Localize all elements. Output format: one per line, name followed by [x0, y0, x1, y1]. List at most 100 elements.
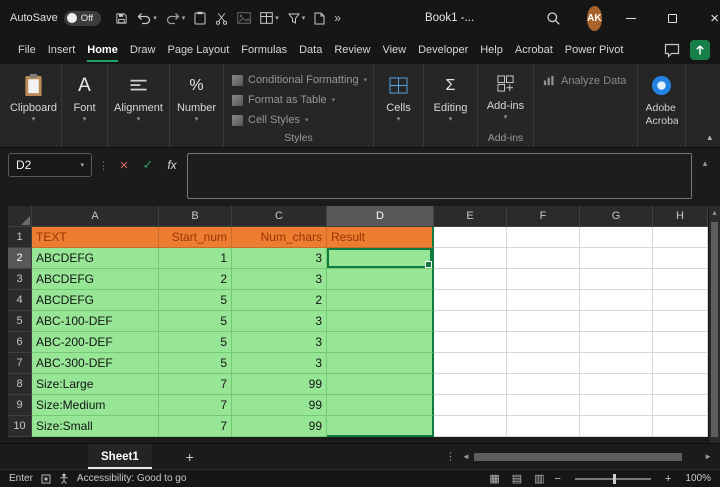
cell-C1[interactable]: Num_chars [232, 227, 327, 248]
cell-F9[interactable] [507, 395, 580, 416]
menu-tab-developer[interactable]: Developer [412, 36, 474, 64]
collapse-ribbon-icon[interactable]: ▴ [707, 132, 712, 143]
cell-H7[interactable] [653, 353, 708, 374]
cell-D4[interactable] [327, 290, 434, 311]
menu-tab-data[interactable]: Data [293, 36, 328, 64]
column-header-H[interactable]: H [653, 206, 708, 227]
filter-button[interactable]: ▾ [287, 13, 305, 24]
undo-button[interactable]: ▾ [137, 12, 157, 25]
cancel-entry-button[interactable]: × [115, 153, 133, 177]
cell-A4[interactable]: ABCDEFG [32, 290, 159, 311]
maximize-button[interactable] [652, 0, 694, 36]
menu-tab-page-layout[interactable]: Page Layout [161, 36, 235, 64]
cell-D5[interactable] [327, 311, 434, 332]
vertical-scrollbar[interactable]: ▴ [708, 206, 720, 443]
cell-A5[interactable]: ABC-100-DEF [32, 311, 159, 332]
confirm-entry-button[interactable]: ✓ [139, 153, 157, 177]
row-header-5[interactable]: 5 [8, 311, 32, 332]
cell-G9[interactable] [580, 395, 653, 416]
name-box[interactable]: D2 ▾ [8, 153, 92, 177]
styles-item-format-as-table[interactable]: Format as Table ▾ [228, 90, 369, 110]
cell-H10[interactable] [653, 416, 708, 437]
cell-H3[interactable] [653, 269, 708, 290]
ribbon-group-cells[interactable]: Cells ▾ [374, 64, 424, 147]
cell-D8[interactable] [327, 374, 434, 395]
cell-C5[interactable]: 3 [232, 311, 327, 332]
cell-G1[interactable] [580, 227, 653, 248]
sheet-tab-sheet1[interactable]: Sheet1 [88, 444, 152, 469]
cell-D9[interactable] [327, 395, 434, 416]
page-break-view-icon[interactable]: ▥ [534, 472, 544, 485]
cell-A8[interactable]: Size:Large [32, 374, 159, 395]
row-header-9[interactable]: 9 [8, 395, 32, 416]
zoom-in-button[interactable]: + [665, 473, 671, 485]
row-header-6[interactable]: 6 [8, 332, 32, 353]
scroll-left-icon[interactable]: ◄ [462, 452, 470, 461]
ribbon-group-editing[interactable]: Σ Editing ▾ [424, 64, 478, 147]
cell-G5[interactable] [580, 311, 653, 332]
horizontal-scrollbar[interactable]: ◄ ► [462, 444, 720, 469]
cell-C8[interactable]: 99 [232, 374, 327, 395]
column-header-E[interactable]: E [434, 206, 507, 227]
cell-D10[interactable] [327, 416, 434, 437]
row-header-8[interactable]: 8 [8, 374, 32, 395]
redo-button[interactable]: ▾ [166, 12, 185, 25]
comments-button[interactable] [664, 43, 680, 58]
cell-D3[interactable] [327, 269, 434, 290]
row-header-4[interactable]: 4 [8, 290, 32, 311]
cell-G8[interactable] [580, 374, 653, 395]
column-header-C[interactable]: C [232, 206, 327, 227]
qat-overflow-button[interactable]: » [334, 11, 341, 25]
normal-view-icon[interactable]: ▦ [489, 472, 499, 485]
vertical-scrollbar-thumb[interactable] [711, 222, 718, 437]
styles-item-cell-styles[interactable]: Cell Styles ▾ [228, 110, 369, 130]
cell-D7[interactable] [327, 353, 434, 374]
menu-tab-review[interactable]: Review [328, 36, 376, 64]
scroll-right-icon[interactable]: ► [704, 452, 712, 461]
cell-B1[interactable]: Start_num [159, 227, 232, 248]
cell-F2[interactable] [507, 248, 580, 269]
cell-D6[interactable] [327, 332, 434, 353]
cell-H5[interactable] [653, 311, 708, 332]
cell-H9[interactable] [653, 395, 708, 416]
column-header-B[interactable]: B [159, 206, 232, 227]
cell-B5[interactable]: 5 [159, 311, 232, 332]
horizontal-scrollbar-track[interactable] [473, 452, 700, 462]
zoom-slider-thumb[interactable] [612, 473, 616, 484]
cell-H6[interactable] [653, 332, 708, 353]
new-document-button[interactable] [314, 12, 325, 25]
table-button[interactable]: ▾ [260, 12, 279, 24]
macro-record-icon[interactable] [41, 474, 51, 484]
ribbon-group-addins[interactable]: Add-ins ▾ Add-ins [478, 64, 534, 147]
add-sheet-button[interactable]: + [178, 444, 202, 469]
cell-B6[interactable]: 5 [159, 332, 232, 353]
cell-F1[interactable] [507, 227, 580, 248]
cell-E4[interactable] [434, 290, 507, 311]
cell-B2[interactable]: 1 [159, 248, 232, 269]
cell-B4[interactable]: 5 [159, 290, 232, 311]
cell-F6[interactable] [507, 332, 580, 353]
page-layout-view-icon[interactable]: ▤ [512, 472, 522, 485]
row-header-2[interactable]: 2 [8, 248, 32, 269]
column-header-G[interactable]: G [580, 206, 653, 227]
cell-A3[interactable]: ABCDEFG [32, 269, 159, 290]
cell-D1[interactable]: Result [327, 227, 434, 248]
cell-A2[interactable]: ABCDEFG [32, 248, 159, 269]
cell-E2[interactable] [434, 248, 507, 269]
insert-function-button[interactable]: fx [163, 153, 181, 177]
cell-G4[interactable] [580, 290, 653, 311]
cell-C7[interactable]: 3 [232, 353, 327, 374]
column-header-F[interactable]: F [507, 206, 580, 227]
menu-tab-help[interactable]: Help [474, 36, 509, 64]
cell-E8[interactable] [434, 374, 507, 395]
accessibility-status[interactable]: Accessibility: Good to go [77, 473, 187, 484]
cell-H8[interactable] [653, 374, 708, 395]
cell-F8[interactable] [507, 374, 580, 395]
cell-A10[interactable]: Size:Small [32, 416, 159, 437]
account-avatar[interactable]: AK [587, 5, 602, 31]
cell-C10[interactable]: 99 [232, 416, 327, 437]
cell-E1[interactable] [434, 227, 507, 248]
cell-E5[interactable] [434, 311, 507, 332]
cell-F10[interactable] [507, 416, 580, 437]
horizontal-scrollbar-thumb[interactable] [473, 452, 682, 461]
